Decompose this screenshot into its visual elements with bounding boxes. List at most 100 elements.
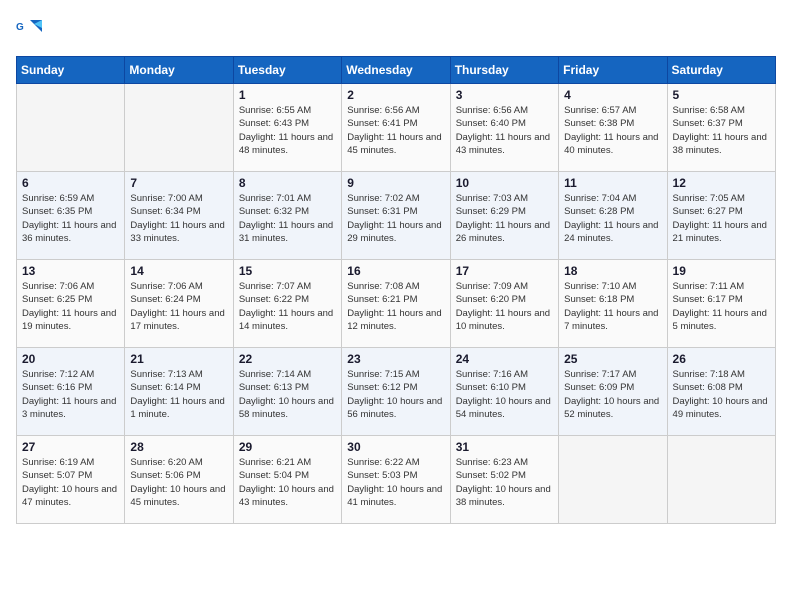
calendar-cell: 9 Sunrise: 7:02 AM Sunset: 6:31 PM Daylig… (342, 172, 450, 260)
col-header-wednesday: Wednesday (342, 57, 450, 84)
svg-text:G: G (16, 22, 24, 33)
day-number: 23 (347, 352, 444, 366)
calendar-cell: 7Sunrise: 7:00 AM Sunset: 6:34 PM Daylig… (125, 172, 233, 260)
cell-info: Sunrise: 6:20 AM Sunset: 5:06 PM Dayligh… (130, 456, 227, 509)
col-header-sunday: Sunday (17, 57, 125, 84)
calendar-cell (559, 436, 667, 524)
day-number: 12 (673, 176, 770, 190)
col-header-tuesday: Tuesday (233, 57, 341, 84)
day-number: 31 (456, 440, 553, 454)
week-row-4: 20 Sunrise: 7:12 AM Sunset: 6:16 PM Dayli… (17, 348, 776, 436)
day-number: 14 (130, 264, 227, 278)
day-number: 4 (564, 88, 661, 102)
day-number: 11 (564, 176, 661, 190)
day-number: 9 (347, 176, 444, 190)
cell-info: Sunrise: 6:58 AM Sunset: 6:37 PM Dayligh… (673, 104, 770, 157)
cell-info: Sunrise: 6:55 AM Sunset: 6:43 PM Dayligh… (239, 104, 336, 157)
day-number: 10 (456, 176, 553, 190)
calendar-cell: 24 Sunrise: 7:16 AM Sunset: 6:10 PM Dayli… (450, 348, 558, 436)
calendar-cell: 6 Sunrise: 6:59 AM Sunset: 6:35 PM Daylig… (17, 172, 125, 260)
day-number: 30 (347, 440, 444, 454)
day-number: 6 (22, 176, 119, 190)
cell-info: Sunrise: 7:11 AM Sunset: 6:17 PM Dayligh… (673, 280, 770, 333)
cell-info: Sunrise: 6:23 AM Sunset: 5:02 PM Dayligh… (456, 456, 553, 509)
calendar-cell: 2Sunrise: 6:56 AM Sunset: 6:41 PM Daylig… (342, 84, 450, 172)
week-row-3: 13 Sunrise: 7:06 AM Sunset: 6:25 PM Dayli… (17, 260, 776, 348)
calendar-cell: 30Sunrise: 6:22 AM Sunset: 5:03 PM Dayli… (342, 436, 450, 524)
page-header: G (16, 16, 776, 44)
day-number: 16 (347, 264, 444, 278)
cell-info: Sunrise: 7:04 AM Sunset: 6:28 PM Dayligh… (564, 192, 661, 245)
calendar-cell: 23 Sunrise: 7:15 AM Sunset: 6:12 PM Dayli… (342, 348, 450, 436)
calendar-cell: 14Sunrise: 7:06 AM Sunset: 6:24 PM Dayli… (125, 260, 233, 348)
calendar-cell: 11 Sunrise: 7:04 AM Sunset: 6:28 PM Dayli… (559, 172, 667, 260)
calendar-cell: 20 Sunrise: 7:12 AM Sunset: 6:16 PM Dayli… (17, 348, 125, 436)
calendar-cell: 16 Sunrise: 7:08 AM Sunset: 6:21 PM Dayli… (342, 260, 450, 348)
calendar-cell: 29 Sunrise: 6:21 AM Sunset: 5:04 PM Dayli… (233, 436, 341, 524)
day-number: 8 (239, 176, 336, 190)
cell-info: Sunrise: 7:10 AM Sunset: 6:18 PM Dayligh… (564, 280, 661, 333)
calendar-cell: 27Sunrise: 6:19 AM Sunset: 5:07 PM Dayli… (17, 436, 125, 524)
calendar-cell (17, 84, 125, 172)
day-number: 27 (22, 440, 119, 454)
col-header-friday: Friday (559, 57, 667, 84)
day-number: 24 (456, 352, 553, 366)
week-row-1: 1 Sunrise: 6:55 AM Sunset: 6:43 PM Daylig… (17, 84, 776, 172)
cell-info: Sunrise: 6:56 AM Sunset: 6:40 PM Dayligh… (456, 104, 553, 157)
day-number: 22 (239, 352, 336, 366)
cell-info: Sunrise: 7:16 AM Sunset: 6:10 PM Dayligh… (456, 368, 553, 421)
calendar-cell: 26 Sunrise: 7:18 AM Sunset: 6:08 PM Dayli… (667, 348, 775, 436)
calendar-cell: 31 Sunrise: 6:23 AM Sunset: 5:02 PM Dayli… (450, 436, 558, 524)
calendar-cell: 13 Sunrise: 7:06 AM Sunset: 6:25 PM Dayli… (17, 260, 125, 348)
cell-info: Sunrise: 7:13 AM Sunset: 6:14 PM Dayligh… (130, 368, 227, 421)
cell-info: Sunrise: 7:03 AM Sunset: 6:29 PM Dayligh… (456, 192, 553, 245)
day-number: 18 (564, 264, 661, 278)
cell-info: Sunrise: 7:08 AM Sunset: 6:21 PM Dayligh… (347, 280, 444, 333)
day-number: 13 (22, 264, 119, 278)
calendar-cell: 25 Sunrise: 7:17 AM Sunset: 6:09 PM Dayli… (559, 348, 667, 436)
col-header-thursday: Thursday (450, 57, 558, 84)
day-number: 28 (130, 440, 227, 454)
calendar-cell (125, 84, 233, 172)
calendar-cell: 19 Sunrise: 7:11 AM Sunset: 6:17 PM Dayli… (667, 260, 775, 348)
logo-icon: G (16, 16, 44, 44)
calendar-cell: 17Sunrise: 7:09 AM Sunset: 6:20 PM Dayli… (450, 260, 558, 348)
calendar-cell: 18 Sunrise: 7:10 AM Sunset: 6:18 PM Dayli… (559, 260, 667, 348)
day-number: 2 (347, 88, 444, 102)
day-number: 26 (673, 352, 770, 366)
calendar-cell: 1 Sunrise: 6:55 AM Sunset: 6:43 PM Daylig… (233, 84, 341, 172)
calendar-cell: 12Sunrise: 7:05 AM Sunset: 6:27 PM Dayli… (667, 172, 775, 260)
calendar-cell (667, 436, 775, 524)
calendar-cell: 21 Sunrise: 7:13 AM Sunset: 6:14 PM Dayli… (125, 348, 233, 436)
calendar-cell: 4 Sunrise: 6:57 AM Sunset: 6:38 PM Daylig… (559, 84, 667, 172)
cell-info: Sunrise: 6:57 AM Sunset: 6:38 PM Dayligh… (564, 104, 661, 157)
day-number: 19 (673, 264, 770, 278)
cell-info: Sunrise: 7:02 AM Sunset: 6:31 PM Dayligh… (347, 192, 444, 245)
calendar-cell: 3 Sunrise: 6:56 AM Sunset: 6:40 PM Daylig… (450, 84, 558, 172)
cell-info: Sunrise: 7:14 AM Sunset: 6:13 PM Dayligh… (239, 368, 336, 421)
cell-info: Sunrise: 7:06 AM Sunset: 6:25 PM Dayligh… (22, 280, 119, 333)
week-row-2: 6 Sunrise: 6:59 AM Sunset: 6:35 PM Daylig… (17, 172, 776, 260)
cell-info: Sunrise: 7:01 AM Sunset: 6:32 PM Dayligh… (239, 192, 336, 245)
day-number: 3 (456, 88, 553, 102)
cell-info: Sunrise: 7:15 AM Sunset: 6:12 PM Dayligh… (347, 368, 444, 421)
cell-info: Sunrise: 7:12 AM Sunset: 6:16 PM Dayligh… (22, 368, 119, 421)
col-header-monday: Monday (125, 57, 233, 84)
calendar-cell: 10 Sunrise: 7:03 AM Sunset: 6:29 PM Dayli… (450, 172, 558, 260)
cell-info: Sunrise: 6:21 AM Sunset: 5:04 PM Dayligh… (239, 456, 336, 509)
calendar-cell: 8 Sunrise: 7:01 AM Sunset: 6:32 PM Daylig… (233, 172, 341, 260)
day-number: 21 (130, 352, 227, 366)
day-number: 20 (22, 352, 119, 366)
day-number: 29 (239, 440, 336, 454)
cell-info: Sunrise: 7:00 AM Sunset: 6:34 PM Dayligh… (130, 192, 227, 245)
cell-info: Sunrise: 7:09 AM Sunset: 6:20 PM Dayligh… (456, 280, 553, 333)
calendar-cell: 5 Sunrise: 6:58 AM Sunset: 6:37 PM Daylig… (667, 84, 775, 172)
day-number: 25 (564, 352, 661, 366)
day-number: 5 (673, 88, 770, 102)
week-row-5: 27Sunrise: 6:19 AM Sunset: 5:07 PM Dayli… (17, 436, 776, 524)
header-row: SundayMondayTuesdayWednesdayThursdayFrid… (17, 57, 776, 84)
cell-info: Sunrise: 7:18 AM Sunset: 6:08 PM Dayligh… (673, 368, 770, 421)
day-number: 1 (239, 88, 336, 102)
cell-info: Sunrise: 7:17 AM Sunset: 6:09 PM Dayligh… (564, 368, 661, 421)
cell-info: Sunrise: 6:59 AM Sunset: 6:35 PM Dayligh… (22, 192, 119, 245)
